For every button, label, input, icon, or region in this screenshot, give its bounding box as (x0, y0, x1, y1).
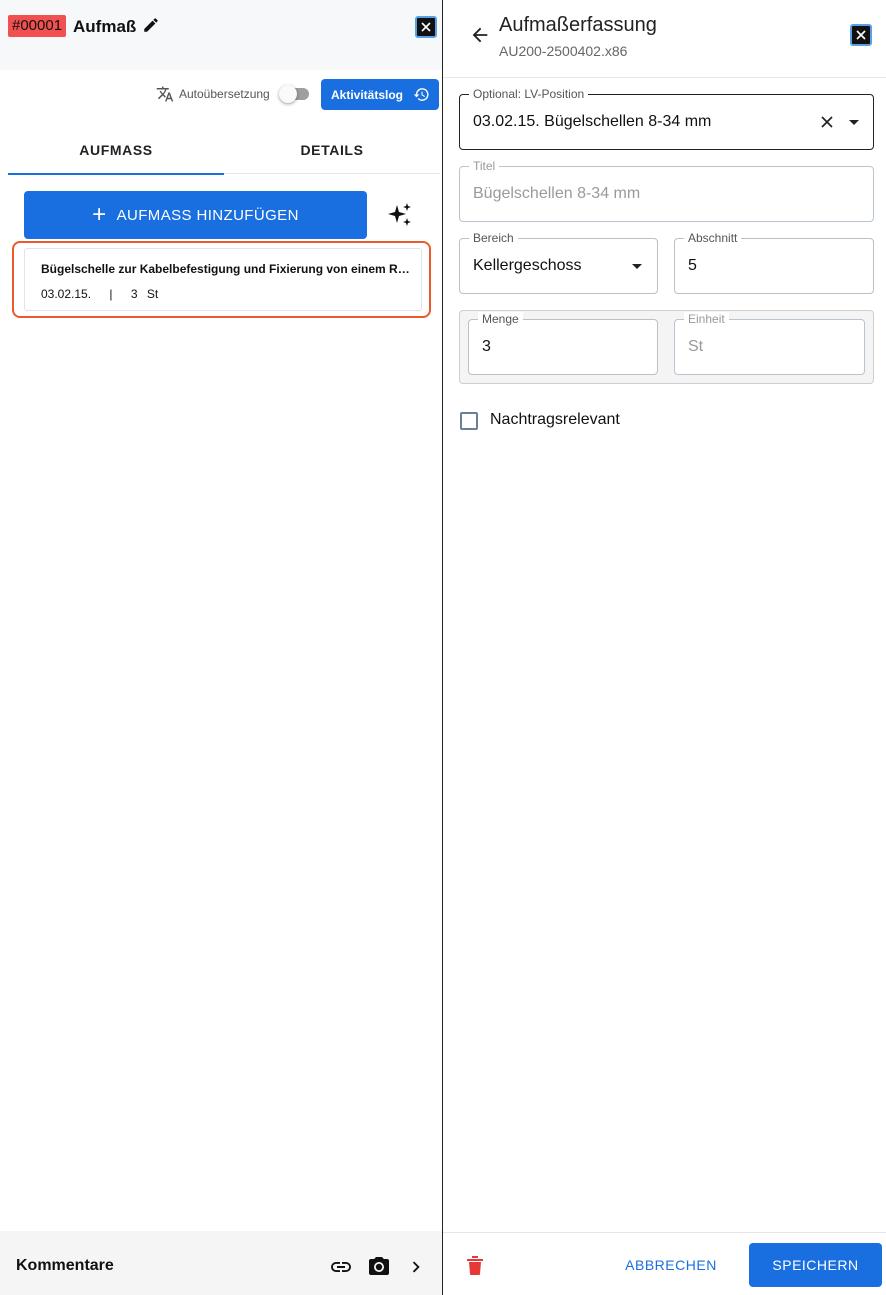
record-id-badge: #00001 (8, 15, 67, 37)
panel-subtitle: AU200-2500402.x86 (499, 43, 628, 59)
app-root: #00001 Aufmaß Autoübersetzung Aktivitäts… (0, 0, 886, 1295)
bereich-label: Bereich (469, 231, 518, 245)
menge-label: Menge (478, 312, 523, 326)
bereich-value: Kellergeschoss (473, 257, 582, 274)
einheit-field: Einheit St (674, 312, 865, 375)
comments-bar[interactable]: Kommentare (0, 1231, 442, 1295)
auto-translate-label: Autoübersetzung (179, 87, 270, 101)
item-title: Bügelschelle zur Kabelbefestigung und Fi… (41, 262, 411, 276)
link-icon[interactable] (329, 1255, 353, 1279)
toggle-knob (279, 85, 297, 103)
item-separator: | (109, 287, 113, 301)
abschnitt-field[interactable]: Abschnitt 5 (674, 231, 874, 294)
panel-title: Aufmaßerfassung (499, 14, 657, 36)
arrow-back-icon[interactable] (469, 24, 491, 46)
titel-label: Titel (469, 159, 500, 173)
lv-position-select[interactable]: Optional: LV-Position 03.02.15. Bügelsch… (459, 87, 874, 150)
add-aufmass-button[interactable]: + AUFMASS HINZUFÜGEN (24, 191, 367, 239)
einheit-value: St (688, 338, 704, 355)
selected-item-highlight: Bügelschelle zur Kabelbefestigung und Fi… (12, 241, 431, 318)
titel-value: Bügelschellen 8-34 mm (473, 185, 641, 202)
translate-icon (156, 86, 174, 102)
tab-details[interactable]: DETAILS (224, 126, 440, 174)
list-item[interactable]: Bügelschelle zur Kabelbefestigung und Fi… (24, 248, 422, 311)
add-aufmass-label: AUFMASS HINZUFÜGEN (116, 206, 299, 224)
save-button[interactable]: SPEICHERN (749, 1243, 882, 1287)
menge-value: 3 (482, 338, 491, 355)
header-divider (443, 77, 886, 78)
trash-icon[interactable] (465, 1254, 485, 1276)
pencil-icon[interactable] (142, 16, 160, 34)
lv-position-label: Optional: LV-Position (469, 87, 589, 101)
item-meta: 03.02.15. | 3 St (41, 287, 158, 301)
camera-icon[interactable] (367, 1255, 391, 1279)
lv-position-value: 03.02.15. Bügelschellen 8-34 mm (473, 113, 712, 130)
sparkle-icon[interactable] (386, 201, 414, 229)
caret-down-icon[interactable] (632, 264, 642, 269)
caret-down-icon[interactable] (849, 120, 859, 125)
right-panel: Aufmaßerfassung AU200-2500402.x86 Option… (443, 0, 886, 1295)
item-unit: St (146, 287, 159, 301)
nachtragsrelevant-label[interactable]: Nachtragsrelevant (490, 411, 620, 429)
clear-icon[interactable] (819, 114, 835, 130)
tab-aufmass[interactable]: AUFMASS (8, 126, 224, 175)
titel-field[interactable]: Titel Bügelschellen 8-34 mm (459, 159, 874, 222)
auto-translate-toggle[interactable] (279, 85, 309, 103)
history-icon (413, 88, 429, 101)
record-header: #00001 Aufmaß (0, 0, 442, 70)
left-panel: #00001 Aufmaß Autoübersetzung Aktivitäts… (0, 0, 442, 1295)
menge-field[interactable]: Menge 3 (468, 312, 658, 375)
footer-divider (443, 1232, 886, 1233)
item-position: 03.02.15. (41, 287, 92, 301)
close-icon[interactable] (850, 24, 872, 46)
activity-log-button[interactable]: Aktivitätslog (321, 79, 439, 110)
nachtragsrelevant-checkbox[interactable] (460, 412, 478, 430)
chevron-right-icon[interactable] (405, 1255, 427, 1279)
tab-bar: AUFMASS DETAILS (8, 126, 440, 175)
abschnitt-label: Abschnitt (684, 231, 742, 245)
einheit-label: Einheit (684, 312, 729, 326)
close-icon[interactable] (415, 16, 437, 38)
bereich-select[interactable]: Bereich Kellergeschoss (459, 231, 658, 294)
record-title: Aufmaß (73, 17, 137, 36)
toolbar-row: Autoübersetzung Aktivitätslog (0, 79, 442, 111)
comments-label: Kommentare (16, 1257, 114, 1274)
plus-icon: + (92, 201, 107, 228)
activity-log-label: Aktivitätslog (331, 87, 404, 102)
abschnitt-value: 5 (688, 257, 697, 274)
item-quantity: 3 (130, 287, 138, 301)
cancel-button[interactable]: ABBRECHEN (613, 1243, 729, 1287)
